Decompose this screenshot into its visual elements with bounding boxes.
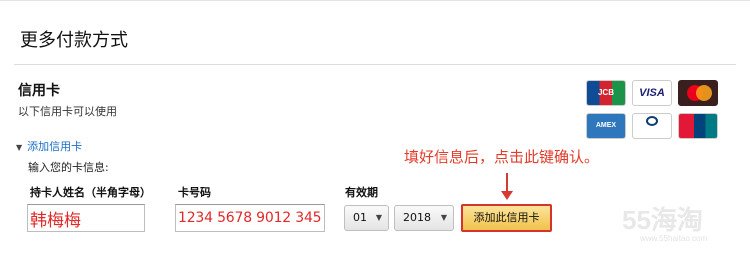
- visa-logo: VISA: [632, 80, 672, 106]
- instruction-annotation: 填好信息后，点击此键确认。: [404, 148, 600, 166]
- amex-logo: AMEX: [586, 113, 626, 139]
- jcb-logo-text: JCB: [597, 88, 614, 97]
- expand-triangle-icon: ▼: [16, 143, 23, 152]
- expiry-month-select[interactable]: 01 ▼: [344, 205, 389, 231]
- watermark-brand: 55海淘: [622, 205, 703, 235]
- page-title: 更多付款方式: [20, 30, 128, 51]
- diners-club-logo: [632, 113, 672, 139]
- chevron-down-icon: ▼: [440, 213, 447, 222]
- chevron-down-icon: ▼: [375, 213, 382, 222]
- expiry-month-value: 01: [353, 211, 367, 224]
- mastercard-logo: [678, 80, 718, 106]
- cardholder-name-input[interactable]: [27, 204, 145, 232]
- card-info-prompt: 输入您的卡信息:: [28, 161, 109, 174]
- card-number-input[interactable]: [175, 204, 325, 232]
- add-credit-card-link[interactable]: ▼ 添加信用卡: [16, 138, 82, 154]
- diners-club-mark: [646, 116, 658, 126]
- annotation-arrow-down-icon: [501, 191, 513, 200]
- add-credit-card-link-label: 添加信用卡: [27, 140, 83, 153]
- mastercard-orange-circle: [696, 85, 712, 101]
- add-credit-card-button[interactable]: 添加此信用卡: [461, 204, 552, 232]
- expiry-year-value: 2018: [403, 211, 431, 224]
- section-divider: [14, 64, 736, 65]
- jcb-logo: JCB: [586, 80, 626, 106]
- accepted-card-logos: JCB VISA AMEX: [586, 80, 726, 140]
- unionpay-logo: [678, 113, 718, 139]
- cardholder-name-label: 持卡人姓名（半角字母）: [30, 186, 151, 199]
- expiry-label: 有效期: [345, 186, 378, 199]
- expiry-year-select[interactable]: 2018 ▼: [394, 205, 454, 231]
- watermark-url: www.55haitao.com: [640, 234, 708, 243]
- amex-logo-text: AMEX: [595, 122, 617, 129]
- visa-logo-text: VISA: [639, 87, 665, 99]
- credit-card-section-subtitle: 以下信用卡可以使用: [18, 105, 117, 118]
- credit-card-section-title: 信用卡: [18, 83, 60, 99]
- top-border: [0, 0, 750, 1]
- card-number-label: 卡号码: [178, 186, 211, 199]
